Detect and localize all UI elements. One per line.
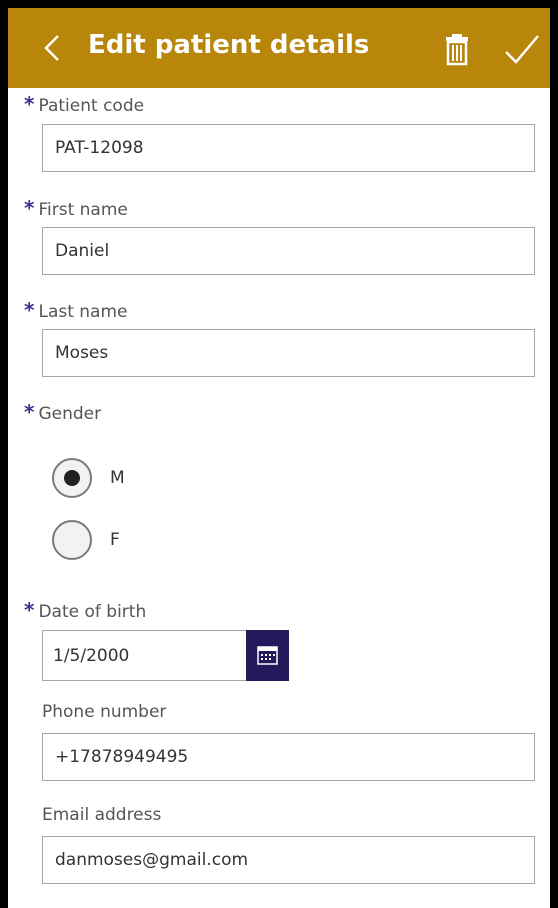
header-bar: Edit patient details: [8, 8, 550, 88]
gender-option-label: M: [110, 468, 125, 488]
email-address-input[interactable]: [42, 836, 535, 884]
date-of-birth-label: * Date of birth: [24, 598, 146, 622]
required-marker: *: [24, 598, 35, 622]
required-marker: *: [24, 298, 35, 322]
phone-number-input[interactable]: [42, 733, 535, 781]
chevron-left-icon: [44, 35, 59, 61]
email-address-label: Email address: [42, 805, 162, 825]
first-name-input[interactable]: [42, 227, 535, 275]
radio-button[interactable]: [52, 520, 92, 560]
first-name-label-text: First name: [38, 200, 128, 220]
gender-option-f[interactable]: F: [52, 517, 120, 563]
required-marker: *: [24, 92, 35, 116]
date-of-birth-label-text: Date of birth: [38, 602, 147, 622]
first-name-label: * First name: [24, 196, 128, 220]
gender-option-label: F: [110, 530, 120, 550]
trash-icon: [446, 34, 468, 66]
patient-code-label: * Patient code: [24, 92, 144, 116]
patient-code-input[interactable]: [42, 124, 535, 172]
last-name-input[interactable]: [42, 329, 535, 377]
gender-label-text: Gender: [38, 404, 102, 424]
save-button[interactable]: [502, 30, 542, 70]
calendar-icon: [257, 646, 278, 665]
date-of-birth-input[interactable]: [42, 630, 247, 681]
checkmark-icon: [505, 35, 539, 64]
last-name-label: * Last name: [24, 298, 128, 322]
phone-number-label: Phone number: [42, 702, 167, 722]
gender-label: * Gender: [24, 400, 101, 424]
required-marker: *: [24, 400, 35, 424]
patient-code-label-text: Patient code: [38, 96, 145, 116]
radio-selected-dot: [64, 470, 80, 486]
app-screen: Edit patient details *Patient code *Firs…: [8, 8, 550, 908]
back-button[interactable]: [36, 26, 72, 70]
gender-option-m[interactable]: M: [52, 455, 125, 501]
radio-button[interactable]: [52, 458, 92, 498]
last-name-label-text: Last name: [38, 302, 128, 322]
required-marker: *: [24, 196, 35, 220]
calendar-button[interactable]: [246, 630, 289, 681]
page-title: Edit patient details: [88, 30, 370, 60]
delete-button[interactable]: [442, 30, 472, 68]
